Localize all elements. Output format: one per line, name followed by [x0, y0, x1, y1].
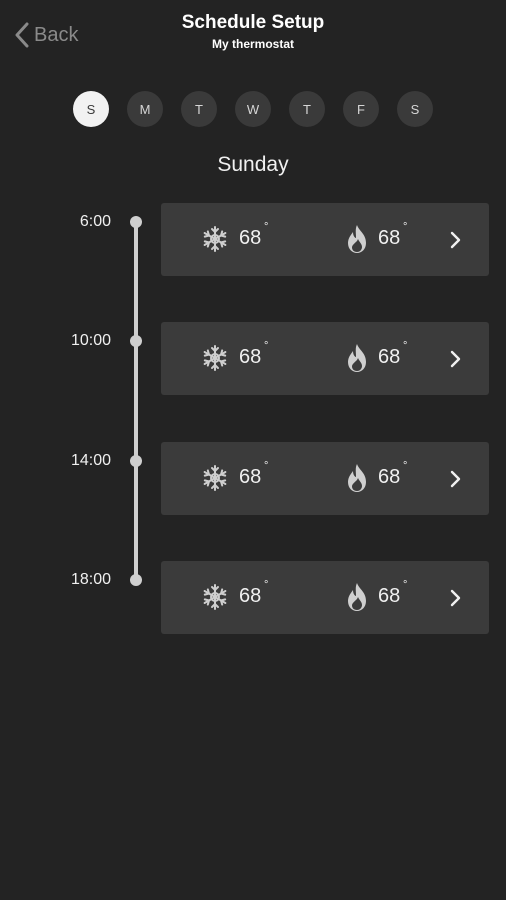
heat-setpoint: 68 [378, 346, 401, 368]
snowflake-icon [203, 465, 227, 491]
heat-setpoint: 68 [378, 466, 401, 488]
cool-setpoint: 68 [239, 346, 262, 368]
degree-symbol: ° [403, 460, 408, 472]
day-button-saturday[interactable]: S [397, 91, 433, 127]
cool-setpoint: 68 [239, 227, 262, 249]
flame-icon [348, 464, 366, 492]
slot-card[interactable]: 68 ° 68 ° [161, 203, 489, 276]
flame-icon [348, 344, 366, 372]
timeline-dot [130, 574, 142, 586]
snowflake-icon [203, 345, 227, 371]
chevron-right-icon [450, 470, 461, 488]
day-button-monday[interactable]: M [127, 91, 163, 127]
chevron-right-icon [450, 589, 461, 607]
degree-symbol: ° [264, 460, 269, 472]
slot-card[interactable]: 68 ° 68 ° [161, 322, 489, 395]
header: Back Schedule Setup My thermostat [0, 0, 506, 70]
cool-setpoint: 68 [239, 466, 262, 488]
page-title: Schedule Setup [181, 12, 325, 33]
day-button-wednesday[interactable]: W [235, 91, 271, 127]
timeline-dot [130, 216, 142, 228]
cool-setpoint: 68 [239, 585, 262, 607]
schedule-slot: 10:00 68 ° 68 ° [0, 322, 506, 405]
heat-setpoint: 68 [378, 585, 401, 607]
day-button-tuesday[interactable]: T [181, 91, 217, 127]
slot-time: 10:00 [70, 332, 111, 349]
snowflake-icon [203, 584, 227, 610]
snowflake-icon [203, 226, 227, 252]
degree-symbol: ° [403, 221, 408, 233]
flame-icon [348, 583, 366, 611]
schedule-slot: 14:00 68 ° 68 ° [0, 442, 506, 525]
day-button-friday[interactable]: F [343, 91, 379, 127]
page-subtitle: My thermostat [211, 37, 294, 51]
slot-time: 18:00 [70, 571, 111, 588]
schedule-slot: 6:00 68 ° 68 ° [0, 203, 506, 286]
flame-icon [348, 225, 366, 253]
chevron-right-icon [450, 231, 461, 249]
timeline-dot [130, 335, 142, 347]
timeline-dot [130, 455, 142, 467]
heat-setpoint: 68 [378, 227, 401, 249]
degree-symbol: ° [264, 340, 269, 352]
slot-time: 14:00 [70, 452, 111, 469]
degree-symbol: ° [403, 579, 408, 591]
selected-day-title: Sunday [217, 153, 289, 176]
schedule-slot: 18:00 68 ° 68 ° [0, 561, 506, 644]
slot-card[interactable]: 68 ° 68 ° [161, 561, 489, 634]
slot-time: 6:00 [79, 213, 111, 230]
degree-symbol: ° [403, 340, 408, 352]
degree-symbol: ° [264, 221, 269, 233]
day-button-sunday[interactable]: S [73, 91, 109, 127]
chevron-right-icon [450, 350, 461, 368]
degree-symbol: ° [264, 579, 269, 591]
day-button-thursday[interactable]: T [289, 91, 325, 127]
slot-card[interactable]: 68 ° 68 ° [161, 442, 489, 515]
day-selector: S M T W T F S [73, 91, 433, 127]
